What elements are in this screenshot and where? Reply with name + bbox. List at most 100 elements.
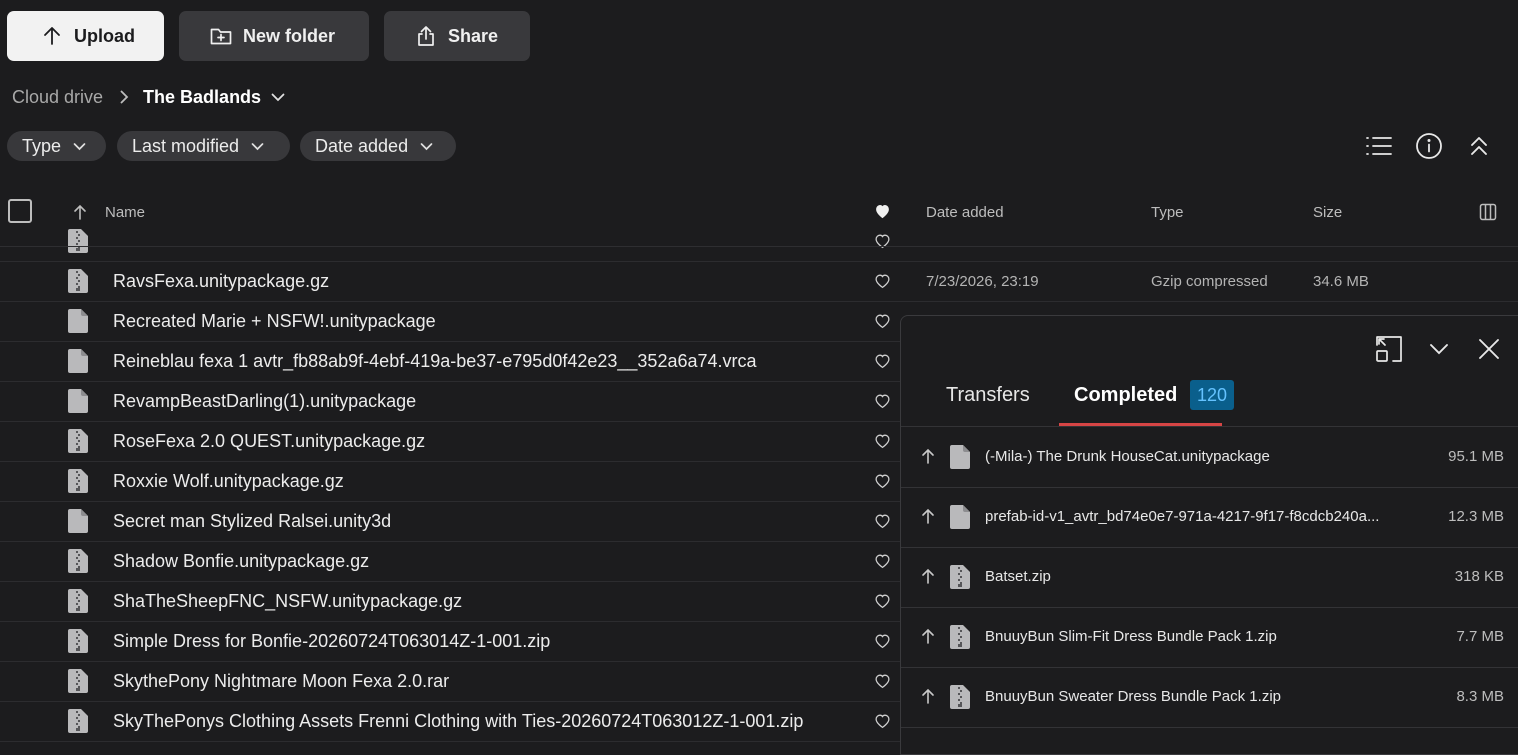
heart-outline-icon[interactable] <box>874 313 891 329</box>
file-name[interactable]: ShaTheSheepFNC_NSFW.unitypackage.gz <box>113 591 462 612</box>
file-name[interactable]: Reineblau fexa 1 avtr_fb88ab9f-4ebf-419a… <box>113 351 757 372</box>
file-type-icon <box>66 588 90 619</box>
transfer-file-size: 8.3 MB <box>1456 688 1504 705</box>
file-name[interactable]: Secret man Stylized Ralsei.unity3d <box>113 511 391 532</box>
chevron-down-icon[interactable] <box>271 92 285 102</box>
close-icon[interactable] <box>1474 334 1504 364</box>
chevron-down-icon[interactable] <box>1424 334 1454 364</box>
tab-completed[interactable]: Completed <box>1074 384 1177 407</box>
file-name[interactable]: RevampBeastDarling(1).unitypackage <box>113 391 416 412</box>
transfer-item[interactable]: BnuuyBun Slim-Fit Dress Bundle Pack 1.zi… <box>901 607 1518 668</box>
zip-file-icon <box>950 685 970 709</box>
heart-outline-icon[interactable] <box>874 273 891 289</box>
select-all-checkbox[interactable] <box>8 199 32 223</box>
favorite-toggle[interactable] <box>874 673 891 694</box>
upload-button[interactable]: Upload <box>7 11 164 61</box>
share-button[interactable]: Share <box>384 11 530 61</box>
favorite-toggle[interactable] <box>874 313 891 334</box>
file-type-icon <box>948 564 972 595</box>
zip-file-icon <box>68 709 88 733</box>
favorite-toggle[interactable] <box>874 473 891 494</box>
file-name[interactable]: SkythePony Nightmare Moon Fexa 2.0.rar <box>113 671 449 692</box>
upload-arrow-icon <box>921 628 935 649</box>
column-header-name[interactable]: Name <box>105 204 145 221</box>
favorite-toggle[interactable] <box>874 433 891 454</box>
filter-type[interactable]: Type <box>7 131 106 161</box>
columns-icon[interactable] <box>1479 203 1497 221</box>
new-folder-label: New folder <box>243 25 336 46</box>
favorite-toggle[interactable] <box>874 273 891 294</box>
tab-transfers[interactable]: Transfers <box>946 384 1030 407</box>
file-name[interactable]: Roxxie Wolf.unitypackage.gz <box>113 471 344 492</box>
favorite-toggle[interactable] <box>874 233 891 254</box>
transfer-file-size: 12.3 MB <box>1448 508 1504 525</box>
column-header-size[interactable]: Size <box>1313 204 1342 221</box>
file-name[interactable]: Recreated Marie + NSFW!.unitypackage <box>113 311 436 332</box>
filter-last-modified[interactable]: Last modified <box>117 131 290 161</box>
file-type-icon <box>66 668 90 699</box>
file-type-icon <box>66 348 90 379</box>
filter-date-added[interactable]: Date added <box>300 131 456 161</box>
upload-arrow-icon <box>44 27 60 45</box>
info-icon[interactable] <box>1414 131 1444 161</box>
transfer-item[interactable]: Batset.zip 318 KB <box>901 547 1518 608</box>
zip-file-icon <box>68 589 88 613</box>
expand-window-icon[interactable] <box>1374 334 1404 364</box>
transfer-item[interactable]: prefab-id-v1_avtr_bd74e0e7-971a-4217-9f1… <box>901 487 1518 548</box>
heart-outline-icon[interactable] <box>874 673 891 689</box>
column-header-date-added[interactable]: Date added <box>926 204 1004 221</box>
heart-filled-icon[interactable] <box>874 203 891 219</box>
file-name[interactable]: RoseFexa 2.0 QUEST.unitypackage.gz <box>113 431 425 452</box>
filter-last-modified-label: Last modified <box>132 135 240 156</box>
file-size: 34.6 MB <box>1313 273 1369 290</box>
transfers-panel: Transfers Completed 120 (-Mila-) The Dru… <box>900 315 1518 755</box>
column-header-type[interactable]: Type <box>1151 204 1184 221</box>
list-view-icon[interactable] <box>1364 131 1394 161</box>
file-icon <box>68 309 88 333</box>
zip-file-icon <box>68 429 88 453</box>
breadcrumb-cloud-drive[interactable]: Cloud drive <box>12 87 103 108</box>
transfer-file-name: BnuuyBun Sweater Dress Bundle Pack 1.zip <box>985 688 1281 705</box>
heart-outline-icon[interactable] <box>874 433 891 449</box>
zip-file-icon <box>68 229 88 253</box>
favorite-toggle[interactable] <box>874 393 891 414</box>
table-row[interactable]: RavsFexa.unitypackage.gz 7/23/2026, 23:19… <box>0 261 1518 302</box>
heart-outline-icon[interactable] <box>874 713 891 729</box>
upload-arrow-icon <box>921 688 935 709</box>
favorite-toggle[interactable] <box>874 353 891 374</box>
heart-outline-icon[interactable] <box>874 353 891 369</box>
transfer-item[interactable]: (-Mila-) The Drunk HouseCat.unitypackage… <box>901 427 1518 488</box>
favorite-toggle[interactable] <box>874 513 891 534</box>
file-name[interactable]: SkyThePonys Clothing Assets Frenni Cloth… <box>113 711 803 732</box>
file-type-icon <box>66 628 90 659</box>
heart-outline-icon[interactable] <box>874 553 891 569</box>
file-type-icon <box>66 428 90 459</box>
heart-outline-icon[interactable] <box>874 593 891 609</box>
file-type-icon <box>66 548 90 579</box>
zip-file-icon <box>68 669 88 693</box>
transfer-item[interactable]: BnuuyBun Sweater Dress Bundle Pack 1.zip… <box>901 667 1518 728</box>
heart-outline-icon[interactable] <box>874 513 891 529</box>
file-name[interactable]: Simple Dress for Bonfie-20260724T063014Z… <box>113 631 550 652</box>
favorite-toggle[interactable] <box>874 713 891 734</box>
collapse-up-icon[interactable] <box>1464 131 1494 161</box>
heart-outline-icon[interactable] <box>874 393 891 409</box>
file-icon <box>68 389 88 413</box>
file-type-icon <box>66 468 90 499</box>
breadcrumb-current-folder[interactable]: The Badlands <box>143 87 261 108</box>
transfer-file-name: prefab-id-v1_avtr_bd74e0e7-971a-4217-9f1… <box>985 508 1380 525</box>
sort-arrow-up-icon[interactable] <box>73 204 87 220</box>
file-name[interactable]: RavsFexa.unitypackage.gz <box>113 271 329 292</box>
heart-outline-icon[interactable] <box>874 633 891 649</box>
transfer-file-name: Batset.zip <box>985 568 1051 585</box>
new-folder-button[interactable]: New folder <box>179 11 369 61</box>
heart-outline-icon[interactable] <box>874 473 891 489</box>
favorite-toggle[interactable] <box>874 593 891 614</box>
file-icon <box>68 509 88 533</box>
table-row[interactable] <box>0 221 1518 262</box>
transfer-file-size: 318 KB <box>1454 568 1504 585</box>
favorite-toggle[interactable] <box>874 633 891 654</box>
favorite-toggle[interactable] <box>874 553 891 574</box>
file-type-icon <box>948 504 972 535</box>
file-name[interactable]: Shadow Bonfie.unitypackage.gz <box>113 551 369 572</box>
